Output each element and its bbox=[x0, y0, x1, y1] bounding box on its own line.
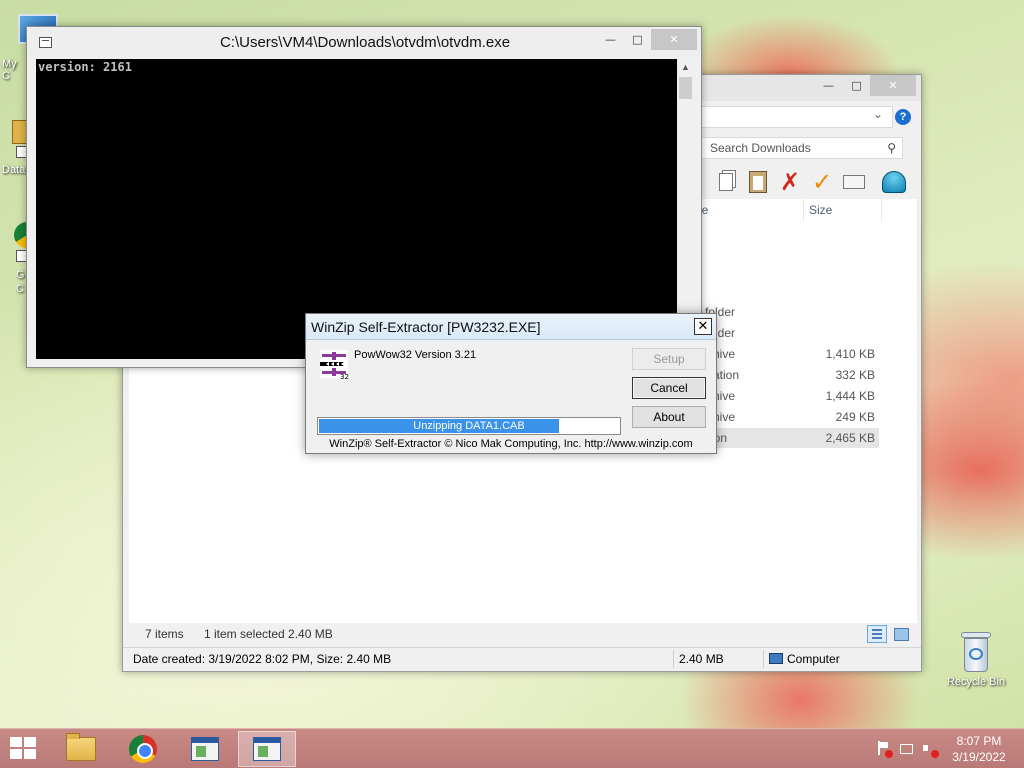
copy-button[interactable] bbox=[713, 169, 739, 195]
app-window-icon bbox=[191, 737, 219, 761]
list-item[interactable]: Archive 249 KB bbox=[695, 407, 879, 427]
scroll-up-icon[interactable]: ▲ bbox=[677, 59, 694, 76]
checkmark-icon: ✓ bbox=[811, 168, 833, 196]
taskbar-chrome[interactable] bbox=[114, 731, 172, 767]
winzip-logo-icon: 32 bbox=[320, 350, 349, 380]
taskbar-otvdm[interactable] bbox=[176, 731, 234, 767]
rename-button[interactable] bbox=[841, 169, 867, 195]
list-item[interactable]: Archive 1,444 KB bbox=[695, 386, 879, 406]
taskbar-winzip[interactable] bbox=[238, 731, 296, 767]
item-size: 332 KB bbox=[835, 368, 875, 382]
list-item[interactable]: e folder bbox=[695, 302, 879, 322]
close-button[interactable]: ✕ bbox=[694, 318, 712, 335]
item-size: 249 KB bbox=[835, 410, 875, 424]
column-size[interactable]: Size bbox=[809, 203, 832, 217]
taskbar: 8:07 PM 3/19/2022 bbox=[0, 728, 1024, 768]
windows-logo-icon bbox=[10, 737, 22, 747]
folder-icon bbox=[66, 733, 96, 761]
dialog-titlebar[interactable]: WinZip Self-Extractor [PW3232.EXE] ✕ bbox=[306, 314, 716, 340]
computer-icon bbox=[769, 653, 783, 664]
chrome-icon bbox=[129, 735, 157, 763]
chevron-down-icon[interactable]: ⌄ bbox=[873, 107, 883, 121]
scroll-thumb[interactable] bbox=[679, 77, 692, 99]
maximize-button[interactable]: □ bbox=[624, 29, 651, 50]
minimize-button[interactable]: — bbox=[815, 75, 842, 96]
list-item[interactable]: Archive 1,410 KB bbox=[695, 344, 879, 364]
winzip-dialog: WinZip Self-Extractor [PW3232.EXE] ✕ 32 … bbox=[305, 313, 717, 454]
details-view-icon[interactable] bbox=[867, 625, 887, 643]
progress-bar: Unzipping DATA1.CAB bbox=[317, 417, 621, 435]
about-button[interactable]: About bbox=[632, 406, 706, 428]
item-size: 2,465 KB bbox=[825, 431, 875, 445]
shell-icon bbox=[882, 171, 906, 193]
product-name: PowWow32 Version 3.21 bbox=[354, 349, 477, 361]
list-item[interactable]: plication 332 KB bbox=[695, 365, 879, 385]
details-size: 2.40 MB bbox=[679, 652, 724, 666]
shell-button[interactable] bbox=[881, 169, 907, 195]
recycle-bin-icon bbox=[959, 630, 993, 674]
clock-date: 3/19/2022 bbox=[952, 750, 1006, 764]
volume-muted-icon[interactable] bbox=[922, 741, 939, 758]
setup-button[interactable]: Setup bbox=[632, 348, 706, 370]
list-item[interactable]: e folder bbox=[695, 323, 879, 343]
desktop-icon-label: GC bbox=[16, 269, 25, 295]
rename-icon bbox=[843, 175, 865, 189]
item-count: 7 items bbox=[145, 627, 184, 641]
clock-time: 8:07 PM bbox=[956, 734, 1002, 748]
action-center-flag-icon[interactable] bbox=[876, 741, 893, 758]
desktop-icon-recycle-bin[interactable]: Recycle Bin bbox=[940, 630, 1012, 688]
network-icon[interactable] bbox=[899, 741, 913, 755]
details-bar: Date created: 3/19/2022 8:02 PM, Size: 2… bbox=[123, 647, 921, 671]
start-button[interactable] bbox=[10, 737, 38, 761]
delete-icon: ✗ bbox=[779, 168, 801, 196]
minimize-button[interactable]: — bbox=[597, 29, 624, 50]
help-icon[interactable]: ? bbox=[895, 109, 911, 125]
cancel-button[interactable]: Cancel bbox=[632, 377, 706, 399]
maximize-button[interactable]: □ bbox=[843, 75, 870, 96]
item-size: 1,410 KB bbox=[825, 347, 875, 361]
progress-text: Unzipping DATA1.CAB bbox=[413, 420, 525, 432]
search-icon[interactable]: ⚲ bbox=[887, 138, 896, 158]
close-button[interactable]: ✕ bbox=[651, 29, 697, 50]
properties-button[interactable]: ✓ bbox=[809, 169, 835, 195]
search-input[interactable]: Search Downloads ⚲ bbox=[701, 137, 903, 159]
selection-info: 1 item selected 2.40 MB bbox=[204, 627, 333, 641]
paste-icon bbox=[749, 171, 767, 193]
dialog-footer: WinZip® Self-Extractor © Nico Mak Comput… bbox=[329, 438, 693, 450]
console-titlebar[interactable]: C:\Users\VM4\Downloads\otvdm\otvdm.exe —… bbox=[27, 27, 701, 57]
paste-button[interactable] bbox=[745, 169, 771, 195]
taskbar-file-explorer[interactable] bbox=[52, 731, 110, 767]
system-clock[interactable]: 8:07 PM 3/19/2022 bbox=[944, 733, 1014, 765]
app-window-icon bbox=[253, 737, 281, 761]
list-item-selected[interactable]: cation 2,465 KB bbox=[695, 428, 879, 448]
desktop-icon-label: Recycle Bin bbox=[946, 676, 1006, 688]
large-icons-view-icon[interactable] bbox=[891, 625, 911, 643]
desktop-icon-label: My C bbox=[2, 58, 17, 82]
date-created: Date created: 3/19/2022 8:02 PM, Size: 2… bbox=[133, 652, 392, 666]
item-size: 1,444 KB bbox=[825, 389, 875, 403]
status-bar: 7 items 1 item selected 2.40 MB bbox=[129, 623, 917, 645]
close-button[interactable]: ✕ bbox=[870, 75, 916, 96]
location-label: Computer bbox=[787, 652, 840, 666]
delete-button[interactable]: ✗ bbox=[777, 169, 803, 195]
dialog-title: WinZip Self-Extractor [PW3232.EXE] bbox=[311, 319, 541, 335]
copy-icon bbox=[719, 173, 733, 191]
search-placeholder: Search Downloads bbox=[710, 141, 811, 155]
desktop-icon-label: Data bbox=[2, 164, 26, 176]
logo-badge: 32 bbox=[340, 373, 349, 380]
